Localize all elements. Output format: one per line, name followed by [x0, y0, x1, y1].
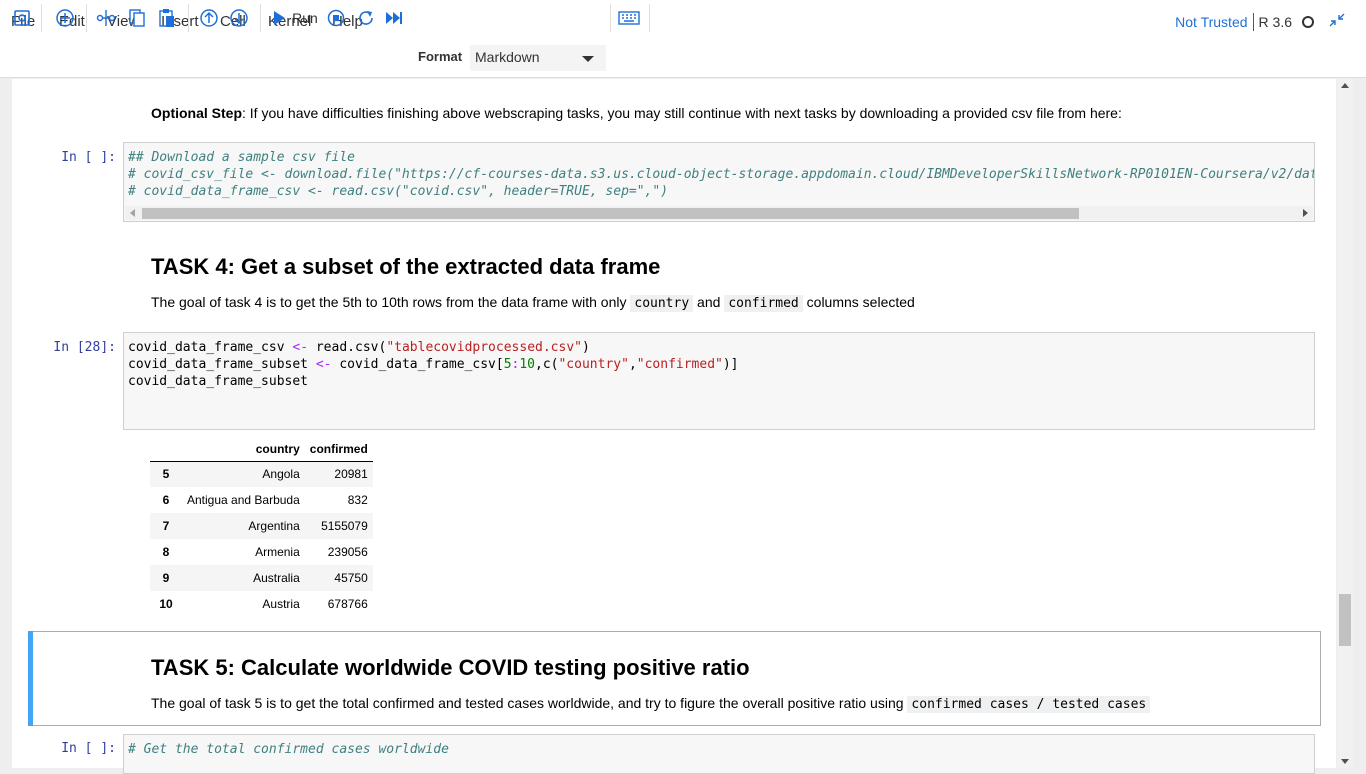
table-row: 9 Australia 45750: [150, 565, 373, 591]
code-line: # Get the total confirmed cases worldwid…: [128, 742, 449, 757]
table-cell: 7: [150, 513, 182, 539]
move-up-icon[interactable]: [198, 6, 220, 30]
table-cell: Austria: [262, 597, 300, 611]
table-row: 10 Austria 678766: [150, 591, 373, 617]
input-prompt: In [ ]:: [61, 150, 116, 165]
code-cell-subset[interactable]: covid_data_frame_csv <- read.csv("tablec…: [123, 332, 1315, 430]
table-header: country: [182, 437, 305, 462]
divider: [86, 4, 87, 32]
table-header: confirmed: [304, 437, 373, 462]
code-line: covid_data_frame_subset: [128, 374, 309, 389]
table-cell: Armenia: [255, 545, 300, 559]
code-line: covid_data_frame_subset <- covid_data_fr…: [128, 357, 739, 372]
cell-type-value: Markdown: [475, 49, 540, 65]
table-row: 7 Argentina 5155079: [150, 513, 373, 539]
kernel-name: R 3.6: [1258, 13, 1292, 30]
vertical-scrollbar[interactable]: [1337, 79, 1353, 768]
task5-description: The goal of task 5 is to get the total c…: [151, 695, 1151, 713]
scroll-thumb[interactable]: [142, 208, 1079, 219]
optional-step-bold: Optional Step: [151, 105, 242, 121]
toolbar: [0, 42, 1366, 78]
code-line: # covid_data_frame_csv <- read.csv("covi…: [128, 184, 669, 199]
move-down-icon[interactable]: [228, 6, 250, 30]
play-icon: [274, 11, 286, 25]
table-header-row: country confirmed: [150, 437, 373, 462]
trust-indicator[interactable]: Not Trusted: [1175, 14, 1247, 30]
input-prompt: In [28]:: [53, 340, 116, 355]
kernel-status-icon: [1302, 15, 1314, 28]
task5-heading: TASK 5: Calculate worldwide COVID testin…: [151, 655, 750, 680]
restart-icon[interactable]: [356, 6, 376, 30]
markdown-optional-step[interactable]: Optional Step: If you have difficulties …: [151, 105, 1122, 121]
run-label: Run: [292, 10, 318, 26]
insert-cell-icon[interactable]: [54, 6, 76, 30]
scroll-thumb[interactable]: [1339, 594, 1351, 646]
task4-description: The goal of task 4 is to get the 5th to …: [151, 294, 915, 312]
code-line: covid_data_frame_csv <- read.csv("tablec…: [128, 340, 590, 355]
table-cell: Angola: [182, 461, 305, 487]
table-cell: Antigua and Barbuda: [187, 493, 300, 507]
divider: [260, 4, 261, 32]
output-table: country confirmed 5 Angola 20981 6 Antig…: [150, 437, 373, 617]
task5-text: The goal of task 5 is to get the total c…: [151, 695, 908, 711]
divider: [188, 4, 189, 32]
table-cell: 10: [159, 597, 173, 611]
table-header: [150, 437, 182, 462]
scroll-up-icon[interactable]: [1341, 83, 1349, 88]
table-row: 8 Armenia 239056: [150, 539, 373, 565]
table-cell: 5: [150, 461, 182, 487]
table-cell: Argentina: [182, 513, 305, 539]
divider: [1252, 12, 1254, 31]
code-cell-download[interactable]: ## Download a sample csv file # covid_cs…: [123, 142, 1315, 222]
table-row: 5 Angola 20981: [150, 461, 373, 487]
optional-step-text: : If you have difficulties finishing abo…: [242, 105, 1122, 121]
inline-code: country: [630, 295, 694, 312]
stop-icon[interactable]: [326, 6, 346, 30]
table-cell: 5155079: [304, 513, 373, 539]
paste-icon[interactable]: [157, 6, 177, 30]
code-line: ## Download a sample csv file: [128, 150, 355, 165]
task4-text: The goal of task 4 is to get the 5th to …: [151, 294, 631, 310]
task4-text: columns selected: [802, 294, 915, 310]
chevron-down-icon: [582, 56, 594, 62]
fast-forward-icon[interactable]: [384, 6, 404, 30]
table-cell: 678766: [327, 597, 368, 611]
table-cell: 239056: [327, 545, 368, 559]
input-prompt: In [ ]:: [61, 741, 116, 756]
horizontal-scrollbar[interactable]: [125, 206, 1313, 220]
divider: [649, 4, 650, 32]
copy-icon[interactable]: [127, 6, 147, 30]
table-row: 6 Antigua and Barbuda 832: [150, 487, 373, 513]
table-cell: 6: [162, 493, 170, 507]
table-cell: 8: [162, 545, 170, 559]
scroll-right-icon[interactable]: [1303, 209, 1308, 217]
table-cell: 45750: [304, 565, 373, 591]
inline-code: confirmed cases / tested cases: [907, 696, 1151, 713]
cell-type-select[interactable]: Markdown: [470, 45, 606, 71]
task4-heading: TASK 4: Get a subset of the extracted da…: [151, 254, 661, 279]
cut-icon[interactable]: [96, 6, 116, 30]
selection-indicator: [28, 631, 33, 726]
keyboard-icon[interactable]: [618, 6, 640, 30]
collapse-header-icon[interactable]: [1328, 12, 1346, 31]
divider: [41, 4, 42, 32]
code-cell-total[interactable]: # Get the total confirmed cases worldwid…: [123, 734, 1315, 774]
table-cell: Australia: [182, 565, 305, 591]
run-button[interactable]: Run: [270, 6, 320, 30]
table-cell: 9: [150, 565, 182, 591]
task4-text: and: [693, 294, 725, 310]
table-cell: 20981: [304, 461, 373, 487]
save-icon[interactable]: [12, 6, 32, 30]
format-label: Format: [418, 49, 463, 64]
divider: [610, 4, 611, 32]
scroll-left-icon[interactable]: [130, 209, 135, 217]
code-line: # covid_csv_file <- download.file("https…: [128, 167, 1315, 182]
kernel-indicator: Not Trusted R 3.6: [1175, 12, 1346, 31]
scroll-down-icon[interactable]: [1341, 759, 1349, 764]
inline-code: confirmed: [724, 295, 803, 312]
table-cell: 832: [347, 493, 368, 507]
